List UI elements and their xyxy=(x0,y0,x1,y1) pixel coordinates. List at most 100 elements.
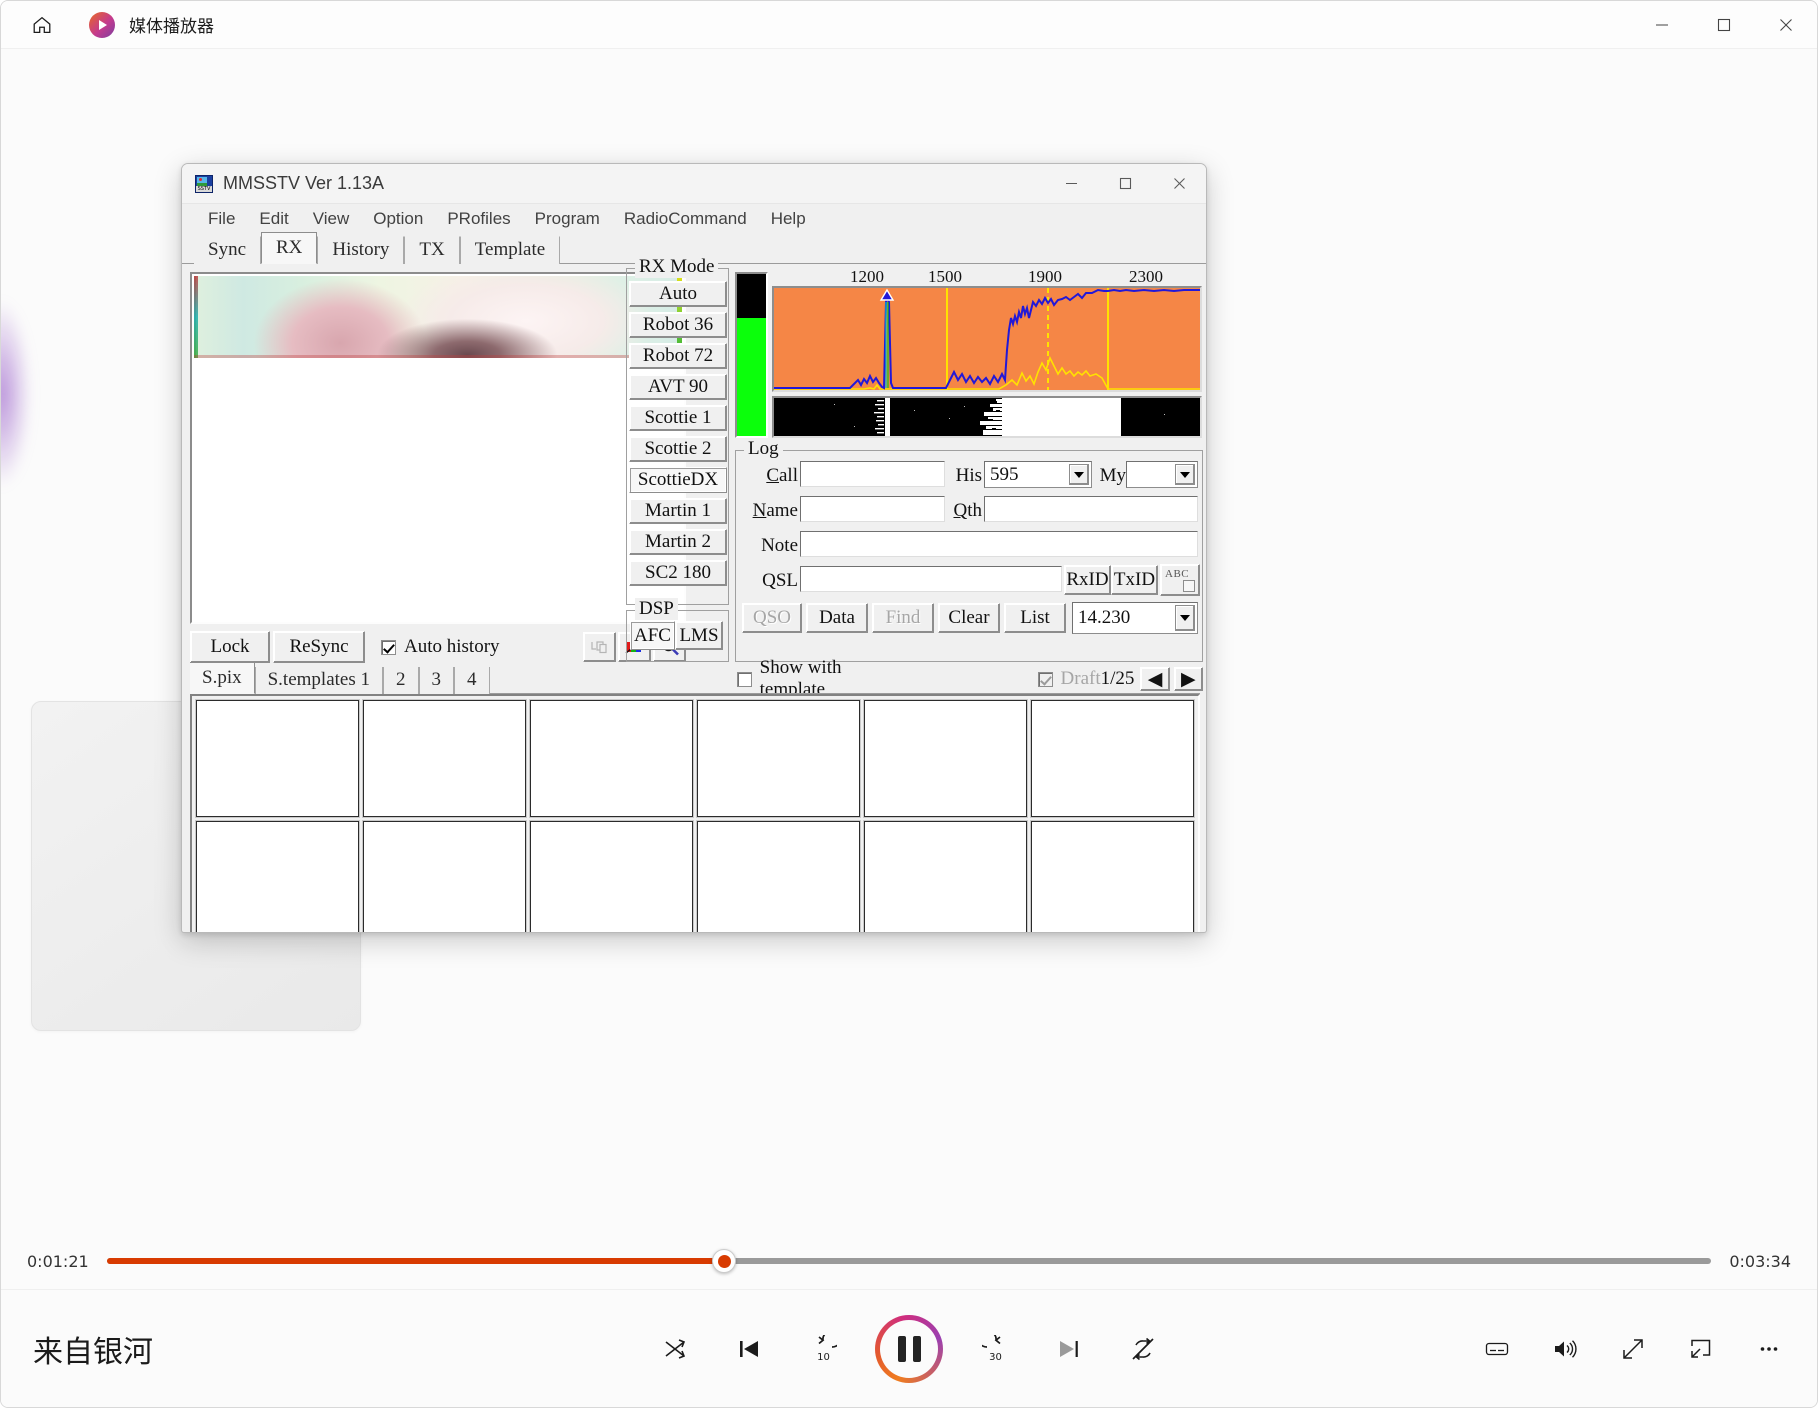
note-input[interactable] xyxy=(800,531,1198,557)
subtab-2[interactable]: 2 xyxy=(383,667,419,694)
play-pause-button[interactable] xyxy=(875,1314,943,1383)
minimize-button[interactable] xyxy=(1631,1,1693,49)
my-combo[interactable] xyxy=(1126,461,1198,488)
rx-mode-scottiedx[interactable]: ScottieDX xyxy=(629,467,727,493)
thumbnail-cell[interactable] xyxy=(864,700,1027,817)
menu-option[interactable]: Option xyxy=(361,207,435,231)
rx-mode-robot72[interactable]: Robot 72 xyxy=(629,343,727,369)
previous-button[interactable] xyxy=(727,1327,771,1371)
auto-history-checkbox-box[interactable] xyxy=(381,639,396,655)
close-button[interactable] xyxy=(1755,1,1817,49)
menu-view[interactable]: View xyxy=(301,207,362,231)
menu-profiles[interactable]: PRofiles xyxy=(435,207,522,231)
mmsstv-app-icon: SSTV xyxy=(195,174,213,193)
rx-mode-auto[interactable]: Auto xyxy=(629,281,727,307)
player-titlebar: 媒体播放器 xyxy=(1,1,1817,49)
rx-mode-scottie2[interactable]: Scottie 2 xyxy=(629,436,727,462)
auto-history-checkbox[interactable]: Auto history xyxy=(381,636,500,658)
menu-file[interactable]: File xyxy=(196,207,247,231)
pause-icon xyxy=(880,1319,938,1378)
rx-mode-robot36[interactable]: Robot 36 xyxy=(629,312,727,338)
tab-rx[interactable]: RX xyxy=(261,232,318,264)
subtab-s-pix[interactable]: S.pix xyxy=(190,662,255,694)
thumbnail-cell[interactable] xyxy=(363,700,526,817)
thumbnail-cell[interactable] xyxy=(530,700,693,817)
miniplayer-button[interactable] xyxy=(1679,1327,1723,1371)
rewind-10-button[interactable]: 10 xyxy=(801,1327,845,1371)
rx-glitch-left xyxy=(194,276,198,358)
my-combo-chevron-down-icon[interactable] xyxy=(1175,464,1195,485)
thumbnail-cell[interactable] xyxy=(530,821,693,932)
subtab-s-templates-1[interactable]: S.templates 1 xyxy=(254,667,383,694)
volume-button[interactable] xyxy=(1543,1327,1587,1371)
find-button[interactable]: Find xyxy=(872,603,934,633)
rx-mode-scottie1[interactable]: Scottie 1 xyxy=(629,405,727,431)
menu-help[interactable]: Help xyxy=(759,207,818,231)
abc-button-box-icon xyxy=(1183,580,1195,592)
lock-button[interactable]: Lock xyxy=(190,631,270,663)
mmsstv-close-button[interactable] xyxy=(1152,164,1206,204)
name-input[interactable] xyxy=(800,496,945,522)
frequency-combo-chevron-down-icon[interactable] xyxy=(1175,605,1195,631)
mmsstv-maximize-button[interactable] xyxy=(1098,164,1152,204)
tab-sync[interactable]: Sync xyxy=(194,236,261,264)
subtab-3[interactable]: 3 xyxy=(418,667,454,694)
txid-button[interactable]: TxID xyxy=(1111,565,1158,595)
captions-button[interactable] xyxy=(1475,1327,1519,1371)
dsp-group: DSP AFC LMS xyxy=(626,598,729,662)
rx-mode-martin2[interactable]: Martin 2 xyxy=(629,529,727,555)
tab-template[interactable]: Template xyxy=(459,236,561,264)
abc-button[interactable]: ABC xyxy=(1160,564,1200,596)
thumbnail-cell[interactable] xyxy=(1031,700,1194,817)
frequency-combo[interactable]: 14.230 xyxy=(1072,602,1198,634)
rx-image-panel[interactable] xyxy=(190,272,686,624)
rxid-button[interactable]: RxID xyxy=(1064,565,1111,595)
next-button[interactable] xyxy=(1047,1327,1091,1371)
qso-button[interactable]: QSO xyxy=(742,603,802,633)
list-button[interactable]: List xyxy=(1004,603,1066,633)
repeat-button[interactable] xyxy=(1121,1327,1165,1371)
menu-program[interactable]: Program xyxy=(523,207,612,231)
clear-button[interactable]: Clear xyxy=(938,603,1000,633)
rx-mode-avt90[interactable]: AVT 90 xyxy=(629,374,727,400)
total-time: 0:03:34 xyxy=(1729,1251,1791,1271)
thumbnail-cell[interactable] xyxy=(697,700,860,817)
resync-button[interactable]: ReSync xyxy=(273,631,365,663)
lms-button[interactable]: LMS xyxy=(675,621,723,650)
app-title: 媒体播放器 xyxy=(129,17,214,37)
maximize-button[interactable] xyxy=(1693,1,1755,49)
forward-30-button[interactable]: 30 xyxy=(973,1327,1017,1371)
home-icon[interactable] xyxy=(25,8,59,42)
rx-mode-martin1[interactable]: Martin 1 xyxy=(629,498,727,524)
qsl-input[interactable] xyxy=(800,566,1062,592)
call-input[interactable] xyxy=(800,461,945,487)
thumbnail-cell[interactable] xyxy=(196,821,359,932)
menu-edit[interactable]: Edit xyxy=(247,207,300,231)
current-time: 0:01:21 xyxy=(27,1251,89,1271)
his-combo[interactable]: 595 xyxy=(984,461,1092,488)
thumbnail-cell[interactable] xyxy=(196,700,359,817)
afc-button[interactable]: AFC xyxy=(630,621,675,650)
mmsstv-minimize-button[interactable] xyxy=(1044,164,1098,204)
rx-mode-sc2-180[interactable]: SC2 180 xyxy=(629,560,727,586)
fullscreen-button[interactable] xyxy=(1611,1327,1655,1371)
tab-tx[interactable]: TX xyxy=(404,236,460,264)
shuffle-button[interactable] xyxy=(653,1327,697,1371)
thumbnail-cell[interactable] xyxy=(864,821,1027,932)
mmsstv-sub-tabs: S.pix S.templates 1 2 3 4 xyxy=(190,662,1200,694)
tab-history[interactable]: History xyxy=(317,236,405,264)
seek-slider[interactable] xyxy=(106,1249,1712,1273)
menu-radiocommand[interactable]: RadioCommand xyxy=(612,207,759,231)
thumbnail-cell[interactable] xyxy=(363,821,526,932)
qth-input[interactable] xyxy=(984,496,1198,522)
data-button[interactable]: Data xyxy=(806,603,868,633)
thumbnail-cell[interactable] xyxy=(697,821,860,932)
his-combo-chevron-down-icon[interactable] xyxy=(1069,464,1089,485)
copy-to-clipboard-icon[interactable] xyxy=(583,632,616,662)
waterfall-display[interactable] xyxy=(772,396,1202,438)
seek-thumb[interactable] xyxy=(712,1249,737,1273)
subtab-4[interactable]: 4 xyxy=(454,667,490,694)
more-options-button[interactable] xyxy=(1747,1327,1791,1371)
spectrum-display[interactable] xyxy=(772,286,1202,392)
thumbnail-cell[interactable] xyxy=(1031,821,1194,932)
